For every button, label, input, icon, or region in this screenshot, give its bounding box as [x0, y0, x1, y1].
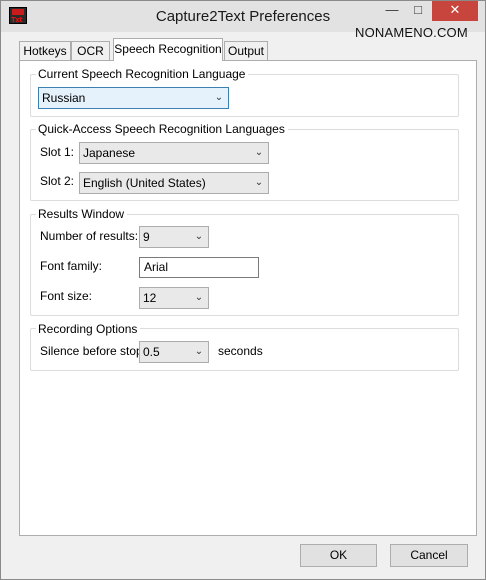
preferences-window: Txt Capture2Text Preferences — □ ✕ NONAM…: [0, 0, 486, 580]
silence-before-stop-select[interactable]: 0.5: [139, 341, 209, 363]
cancel-button[interactable]: Cancel: [390, 544, 468, 567]
number-of-results-label: Number of results:: [40, 229, 139, 243]
font-size-value: 12: [143, 291, 157, 305]
slot1-label: Slot 1:: [40, 145, 75, 159]
slot2-select[interactable]: English (United States): [79, 172, 269, 194]
seconds-unit-label: seconds: [218, 344, 263, 358]
ok-button[interactable]: OK: [300, 544, 377, 567]
slot2-label: Slot 2:: [40, 174, 75, 188]
silence-before-stop-label: Silence before stop:: [40, 344, 147, 358]
quick-access-group-label: Quick-Access Speech Recognition Language…: [36, 122, 288, 136]
tab-ocr[interactable]: OCR: [71, 41, 110, 61]
font-size-label: Font size:: [40, 289, 93, 303]
chevron-down-icon: [193, 288, 205, 308]
current-language-value: Russian: [42, 91, 86, 105]
current-language-group-label: Current Speech Recognition Language: [36, 67, 249, 81]
tab-output[interactable]: Output: [224, 41, 268, 61]
current-language-select[interactable]: Russian: [38, 87, 229, 109]
minimize-button[interactable]: —: [379, 1, 405, 21]
silence-before-stop-value: 0.5: [143, 345, 160, 359]
tab-hotkeys[interactable]: Hotkeys: [19, 41, 71, 61]
tab-speech-recognition[interactable]: Speech Recognition: [113, 38, 223, 61]
chevron-down-icon: [253, 173, 265, 193]
slot1-select[interactable]: Japanese: [79, 142, 269, 164]
chevron-down-icon: [213, 88, 225, 108]
chevron-down-icon: [253, 143, 265, 163]
font-family-label: Font family:: [40, 259, 103, 273]
watermark-text: NONAMENO.COM: [355, 25, 468, 40]
font-family-field[interactable]: Arial: [139, 257, 259, 278]
slot1-value: Japanese: [83, 146, 136, 160]
number-of-results-value: 9: [143, 230, 150, 244]
maximize-button[interactable]: □: [405, 1, 431, 21]
results-window-group-label: Results Window: [36, 207, 128, 221]
chevron-down-icon: [193, 227, 205, 247]
number-of-results-select[interactable]: 9: [139, 226, 209, 248]
recording-options-group-label: Recording Options: [36, 322, 141, 336]
chevron-down-icon: [193, 342, 205, 362]
slot2-value: English (United States): [83, 176, 206, 190]
close-button[interactable]: ✕: [432, 1, 478, 21]
font-size-select[interactable]: 12: [139, 287, 209, 309]
